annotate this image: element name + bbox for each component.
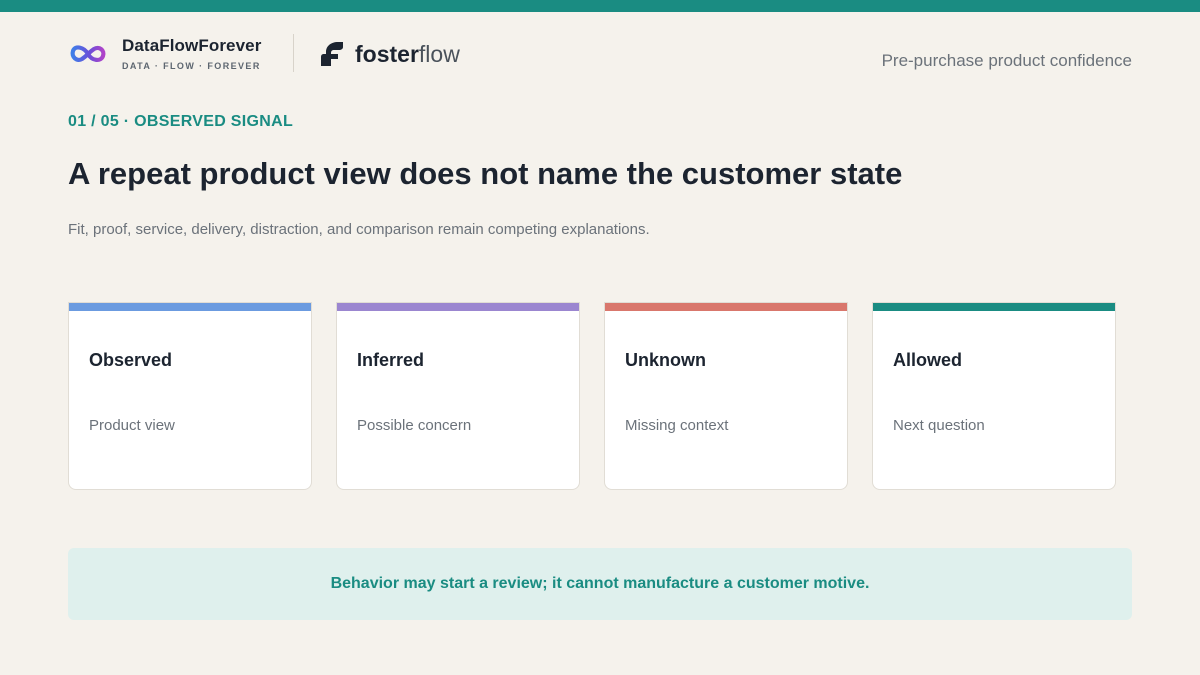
footer-note-text: Behavior may start a review; it cannot m… bbox=[330, 575, 870, 592]
card-inferred: Inferred Possible concern bbox=[336, 302, 580, 490]
card-accent-bar bbox=[605, 303, 847, 311]
slide-kicker: 01 / 05 · OBSERVED SIGNAL bbox=[68, 113, 294, 130]
card-text: Product view bbox=[89, 417, 175, 434]
card-unknown: Unknown Missing context bbox=[604, 302, 848, 490]
card-observed: Observed Product view bbox=[68, 302, 312, 490]
dataflowforever-tagline: DATA · FLOW · FOREVER bbox=[122, 60, 261, 71]
header: DataFlowForever DATA · FLOW · FOREVER fo… bbox=[68, 34, 1132, 74]
dataflowforever-name: DataFlowForever bbox=[122, 35, 262, 55]
card-accent-bar bbox=[873, 303, 1115, 311]
dataflowforever-brand: DataFlowForever DATA · FLOW · FOREVER bbox=[68, 36, 261, 72]
card-text: Possible concern bbox=[357, 417, 472, 434]
infinity-loop-icon bbox=[70, 45, 106, 62]
slide-subtitle: Fit, proof, service, delivery, distracti… bbox=[68, 221, 650, 238]
card-accent-bar bbox=[69, 303, 311, 311]
brand-divider bbox=[293, 34, 294, 72]
card-accent-bar bbox=[337, 303, 579, 311]
card-title: Observed bbox=[89, 350, 173, 370]
card-title: Unknown bbox=[625, 350, 706, 370]
footer-note: Behavior may start a review; it cannot m… bbox=[68, 548, 1132, 620]
slide-title: A repeat product view does not name the … bbox=[68, 156, 903, 191]
context-label: Pre-purchase product confidence bbox=[881, 51, 1132, 70]
fosterflow-brand: fosterflow bbox=[318, 39, 460, 69]
card-allowed: Allowed Next question bbox=[872, 302, 1116, 490]
card-text: Next question bbox=[893, 417, 985, 434]
top-accent-bar bbox=[0, 0, 1200, 12]
fosterflow-name: fosterflow bbox=[355, 41, 460, 67]
signal-cards: Observed Product view Inferred Possible … bbox=[68, 302, 1116, 490]
card-title: Inferred bbox=[357, 350, 425, 370]
card-title: Allowed bbox=[893, 350, 963, 370]
card-text: Missing context bbox=[625, 417, 729, 434]
leaf-f-icon bbox=[321, 42, 343, 66]
